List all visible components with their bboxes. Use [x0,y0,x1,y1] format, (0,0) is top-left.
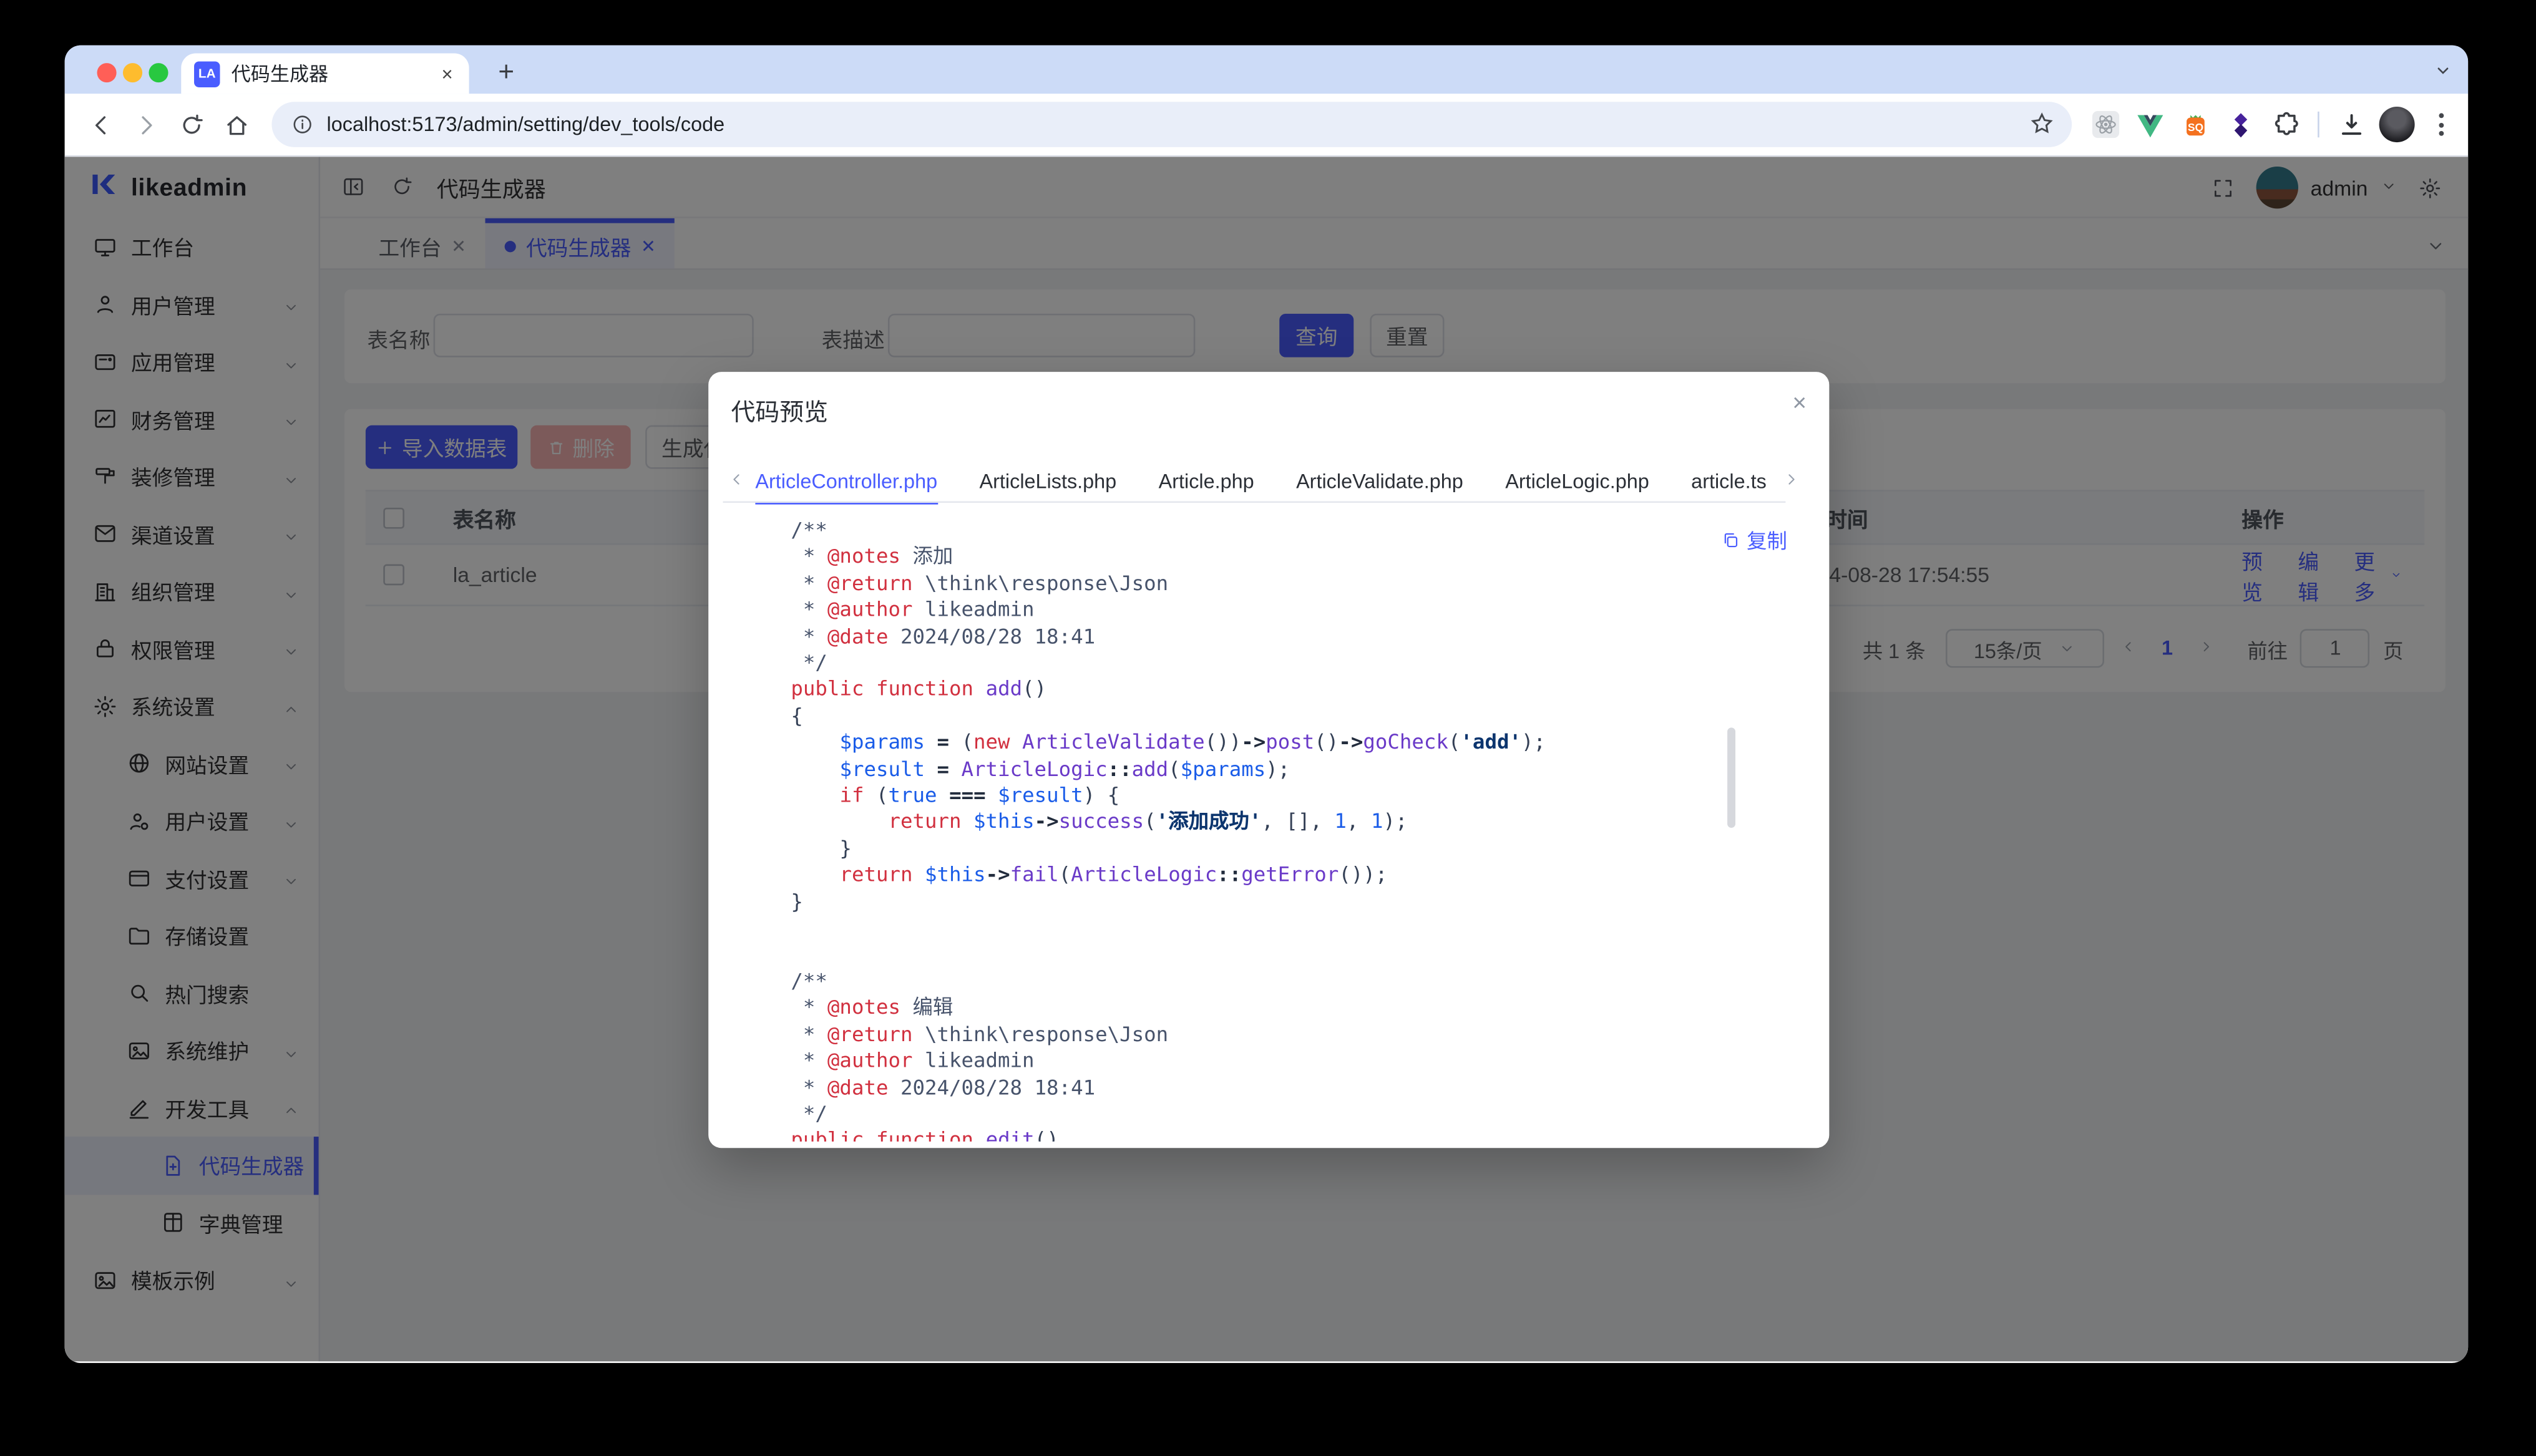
svg-text:SQ: SQ [2188,120,2203,133]
code-line: * @return \think\response\Json [791,570,1780,597]
file-tab-article.ts[interactable]: article.ts [1691,462,1767,504]
browser-tab-title: 代码生成器 [232,60,439,87]
traffic-minimize-button[interactable] [123,63,142,82]
tab-search-chevron-icon[interactable] [2434,58,2452,87]
code-line: * @date 2024/08/28 18:41 [791,623,1780,650]
favicon: LA [194,61,220,86]
code-line: public function add() [791,677,1780,704]
forward-icon[interactable] [126,105,165,143]
code-line: */ [791,1101,1780,1128]
code-line: * @notes 编辑 [791,995,1780,1022]
code-line: * @author likeadmin [791,597,1780,624]
browser-window: LA 代码生成器 × + localhost:5173/admin/settin… [65,46,2468,1363]
code-line: return $this->success('添加成功', [], 1, 1); [791,809,1780,836]
extensions-area: SQ [2088,107,2457,142]
code-line: * @author likeadmin [791,1048,1780,1075]
code-line: /** [791,517,1780,544]
code-line: public function edit() [791,1127,1780,1141]
code-line [791,942,1780,969]
dialog-title: 代码预览 [731,394,829,428]
code-line: $result = ArticleLogic::add($params); [791,756,1780,783]
code-line: */ [791,650,1780,677]
traffic-close-button[interactable] [97,63,117,82]
sq-extension-icon[interactable]: SQ [2178,107,2212,141]
home-icon[interactable] [217,105,255,143]
file-tab-ArticleLists.php[interactable]: ArticleLists.php [980,462,1117,504]
code-line: } [791,836,1780,863]
new-tab-button[interactable]: + [485,52,527,94]
url-bar[interactable]: localhost:5173/admin/setting/dev_tools/c… [271,102,2072,147]
code-scrollbar[interactable] [1727,727,1735,828]
downloads-icon[interactable] [2334,107,2368,141]
tabs-scroll-left-icon[interactable] [728,467,746,497]
file-tabs: ArticleController.php ArticleLists.php Art… [755,462,1766,504]
site-info-icon [291,113,314,135]
code-line: * @date 2024/08/28 18:41 [791,1074,1780,1101]
file-tab-Article.php[interactable]: Article.php [1159,462,1254,504]
gem-extension-icon[interactable] [2224,107,2258,141]
code-view[interactable]: /** * @notes 添加 * @return \think\respons… [791,508,1780,1142]
code-line: $params = (new ArticleValidate())->post(… [791,730,1780,757]
react-devtools-icon[interactable] [2088,107,2122,141]
file-tab-ArticleValidate.php[interactable]: ArticleValidate.php [1296,462,1463,504]
traffic-zoom-button[interactable] [149,63,168,82]
browser-profile-avatar[interactable] [2379,107,2415,142]
screen: LA 代码生成器 × + localhost:5173/admin/settin… [0,0,2536,1456]
code-line: * @return \think\response\Json [791,1021,1780,1048]
tabs-divider [723,501,1786,503]
code-line: { [791,703,1780,730]
code-line: * @notes 添加 [791,544,1780,571]
extensions-puzzle-icon[interactable] [2269,107,2303,141]
tabs-scroll-right-icon[interactable] [1782,467,1800,497]
url-text: localhost:5173/admin/setting/dev_tools/c… [327,113,725,135]
browser-toolbar: localhost:5173/admin/setting/dev_tools/c… [65,94,2468,157]
code-line: return $this->fail(ArticleLogic::getErro… [791,862,1780,889]
code-preview-dialog: 代码预览 × ArticleController.php ArticleLists… [708,372,1829,1148]
code-line: if (true === $result) { [791,783,1780,810]
browser-menu-icon[interactable] [2426,113,2457,135]
file-tab-ArticleLogic.php[interactable]: ArticleLogic.php [1505,462,1649,504]
toolbar-divider [2318,112,2319,137]
bookmark-star-icon[interactable] [2028,110,2056,145]
vue-devtools-icon[interactable] [2134,107,2167,141]
file-tab-ArticleController.php[interactable]: ArticleController.php [755,462,937,504]
code-line: } [791,889,1780,916]
app-page: likeadmin 工作台用户管理应用管理财务管理装修管理渠道设置组织管理权限管… [65,157,2468,1361]
dialog-close-icon[interactable]: × [1792,390,1807,417]
code-line: /** [791,968,1780,995]
browser-tabstrip: LA 代码生成器 × + [65,46,2468,94]
code-line [791,915,1780,942]
browser-tab[interactable]: LA 代码生成器 × [181,54,469,94]
tab-close-icon[interactable]: × [438,62,456,85]
reload-icon[interactable] [172,105,210,143]
back-icon[interactable] [81,105,120,143]
